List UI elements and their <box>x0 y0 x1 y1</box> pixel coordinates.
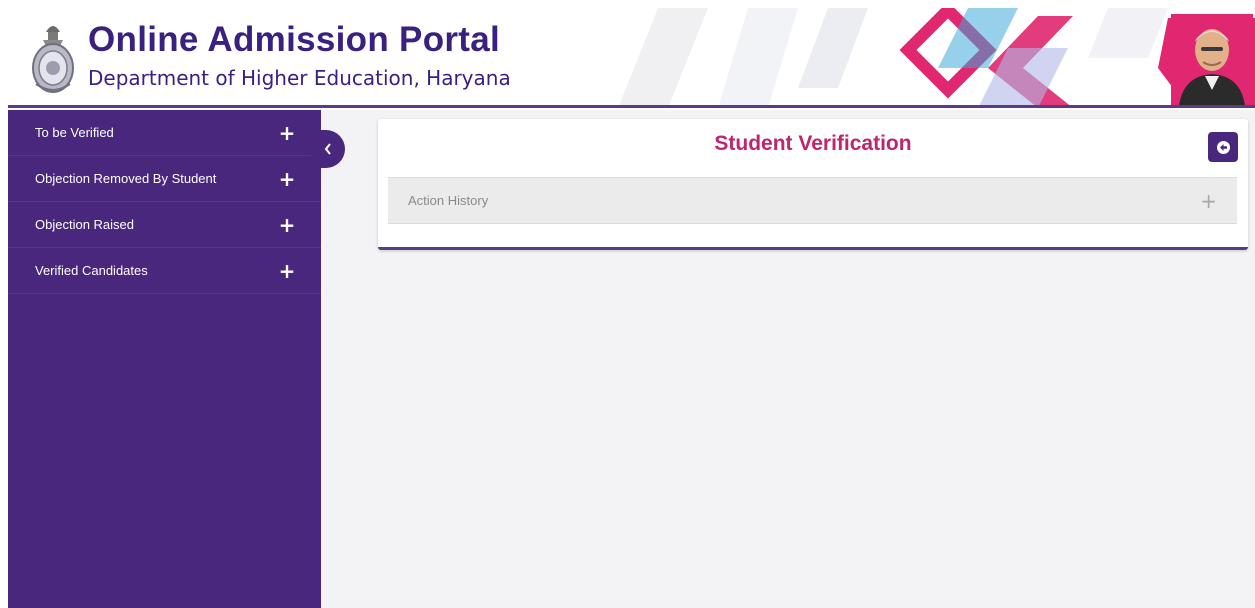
sidebar: To be Verified + Objection Removed By St… <box>8 110 321 608</box>
accordion-label: Action History <box>408 193 489 208</box>
department-subtitle: Department of Higher Education, Haryana <box>88 66 511 90</box>
plus-icon: + <box>278 212 296 237</box>
plus-icon: + <box>278 258 296 283</box>
page-title: Student Verification <box>714 132 912 155</box>
sidebar-item-to-be-verified[interactable]: To be Verified + <box>8 110 321 156</box>
sidebar-item-objection-removed[interactable]: Objection Removed By Student + <box>8 156 321 202</box>
sidebar-item-label: Verified Candidates <box>35 263 148 278</box>
official-portrait-icon <box>1171 14 1253 105</box>
state-emblem-icon <box>32 26 74 93</box>
main-content: Student Verification Action History + <box>321 110 1255 608</box>
student-verification-card: Student Verification Action History + <box>378 119 1248 250</box>
action-history-accordion[interactable]: Action History + <box>388 177 1237 224</box>
site-header: Online Admission Portal Department of Hi… <box>8 8 1255 108</box>
back-button[interactable] <box>1208 132 1238 162</box>
chevron-left-icon <box>324 143 331 155</box>
plus-icon: + <box>278 120 296 145</box>
sidebar-item-objection-raised[interactable]: Objection Raised + <box>8 202 321 248</box>
portal-title: Online Admission Portal <box>88 20 501 59</box>
banner-decoration <box>619 8 1255 105</box>
sidebar-item-label: To be Verified <box>35 125 114 140</box>
back-arrow-circle-icon <box>1216 140 1230 154</box>
plus-icon: + <box>1200 188 1217 213</box>
plus-icon: + <box>278 166 296 191</box>
sidebar-item-label: Objection Raised <box>35 217 134 232</box>
sidebar-item-verified-candidates[interactable]: Verified Candidates + <box>8 248 321 294</box>
sidebar-item-label: Objection Removed By Student <box>35 171 217 186</box>
